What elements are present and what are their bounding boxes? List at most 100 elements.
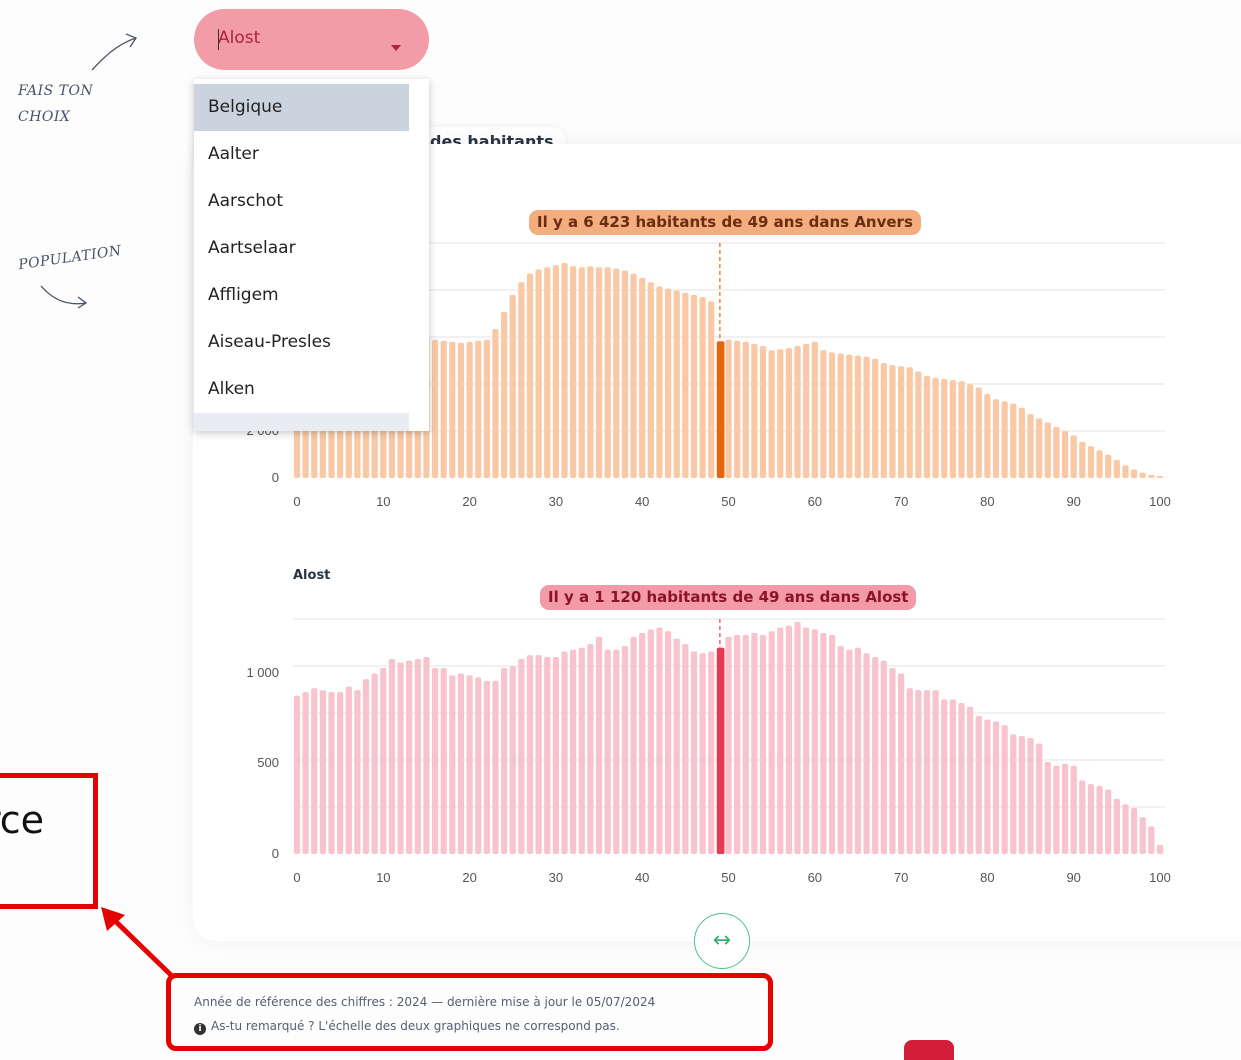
bar (440, 340, 447, 478)
bar (1096, 785, 1103, 854)
bar (501, 668, 508, 854)
dropdown-option[interactable]: Aarschot (194, 178, 409, 225)
bar (1010, 734, 1017, 854)
commune-select[interactable]: Alost (194, 9, 429, 70)
x-tick-label: 30 (549, 494, 563, 509)
bar (1053, 426, 1060, 478)
bar (337, 691, 344, 854)
bar (984, 719, 991, 854)
bar (915, 371, 922, 478)
bar (759, 346, 767, 478)
bar (992, 399, 1000, 478)
bar (984, 393, 991, 478)
dropdown-option[interactable]: Aalter (194, 131, 409, 178)
bar (535, 655, 542, 854)
dropdown-option[interactable]: Alken (194, 366, 409, 413)
bar (1148, 826, 1155, 854)
x-tick-label: 30 (549, 870, 563, 885)
bar (1061, 431, 1069, 478)
bar (535, 269, 542, 478)
bar (975, 387, 982, 478)
bar (526, 273, 534, 478)
bar (518, 282, 525, 478)
bar (587, 644, 594, 854)
bar (716, 341, 725, 478)
bar (526, 655, 534, 854)
bar (742, 341, 749, 478)
bar (768, 631, 775, 854)
bar (354, 690, 361, 854)
bar (777, 349, 784, 478)
bar (1139, 817, 1146, 854)
bar (1131, 469, 1138, 478)
dropdown-option[interactable]: Aartselaar (194, 225, 409, 272)
dropdown-option[interactable]: Aiseau-Presles (194, 319, 409, 366)
annotation-box: rce (0, 773, 98, 909)
bar (509, 294, 516, 478)
bar (820, 350, 827, 478)
y-tick-label: 0 (272, 846, 279, 861)
bar (716, 647, 725, 854)
bar (1113, 459, 1120, 478)
bar (1105, 789, 1112, 854)
bar (1156, 475, 1164, 478)
bar (872, 358, 879, 478)
bar (1096, 450, 1103, 478)
bar (1018, 407, 1026, 478)
bar (854, 355, 862, 478)
bar (949, 699, 956, 854)
bar (708, 301, 715, 478)
bar (699, 653, 706, 854)
bar (475, 340, 482, 478)
y-tick-label: 1 000 (246, 665, 279, 680)
bar (544, 656, 551, 854)
bar (906, 688, 913, 854)
bar (604, 649, 611, 854)
bar (561, 651, 568, 854)
bar (837, 353, 844, 478)
bar (664, 288, 672, 478)
bar (1070, 435, 1077, 478)
bar (673, 290, 680, 478)
bar (1001, 725, 1008, 854)
bar (742, 634, 749, 854)
bar (647, 282, 654, 478)
bar (1087, 446, 1095, 478)
swap-button[interactable]: ↔ (694, 913, 750, 969)
x-tick-label: 0 (293, 494, 300, 509)
bar (803, 627, 810, 854)
bar (1122, 804, 1129, 854)
bar (570, 649, 577, 854)
bar (828, 352, 836, 478)
x-tick-label: 90 (1066, 870, 1080, 885)
bar (682, 292, 689, 478)
bar (1044, 761, 1051, 854)
bar (1053, 765, 1060, 854)
bar (630, 273, 637, 478)
bar (785, 625, 793, 854)
dropdown-option-partial[interactable] (194, 413, 409, 431)
bar (734, 340, 741, 478)
bar (1018, 736, 1026, 854)
bar (725, 636, 732, 854)
bar (604, 267, 611, 478)
bar (837, 645, 844, 854)
population-charts: 010203040506070809010002 000010203040506… (246, 242, 1171, 885)
bar (345, 686, 352, 854)
bar (690, 651, 698, 854)
bar (673, 638, 680, 854)
bar (751, 633, 758, 854)
commune-dropdown[interactable]: Belgique Aalter Aarschot Aartselaar Affl… (194, 79, 429, 431)
bar (664, 631, 672, 854)
bar (682, 644, 689, 854)
bar (639, 633, 646, 854)
bar (431, 339, 439, 478)
x-tick-label: 20 (462, 494, 476, 509)
bar (595, 636, 603, 854)
bar (1044, 422, 1051, 478)
bar (923, 375, 931, 478)
dropdown-option[interactable]: Belgique (194, 84, 409, 131)
bar (863, 653, 870, 854)
dropdown-option[interactable]: Affligem (194, 272, 409, 319)
bar (967, 706, 974, 854)
